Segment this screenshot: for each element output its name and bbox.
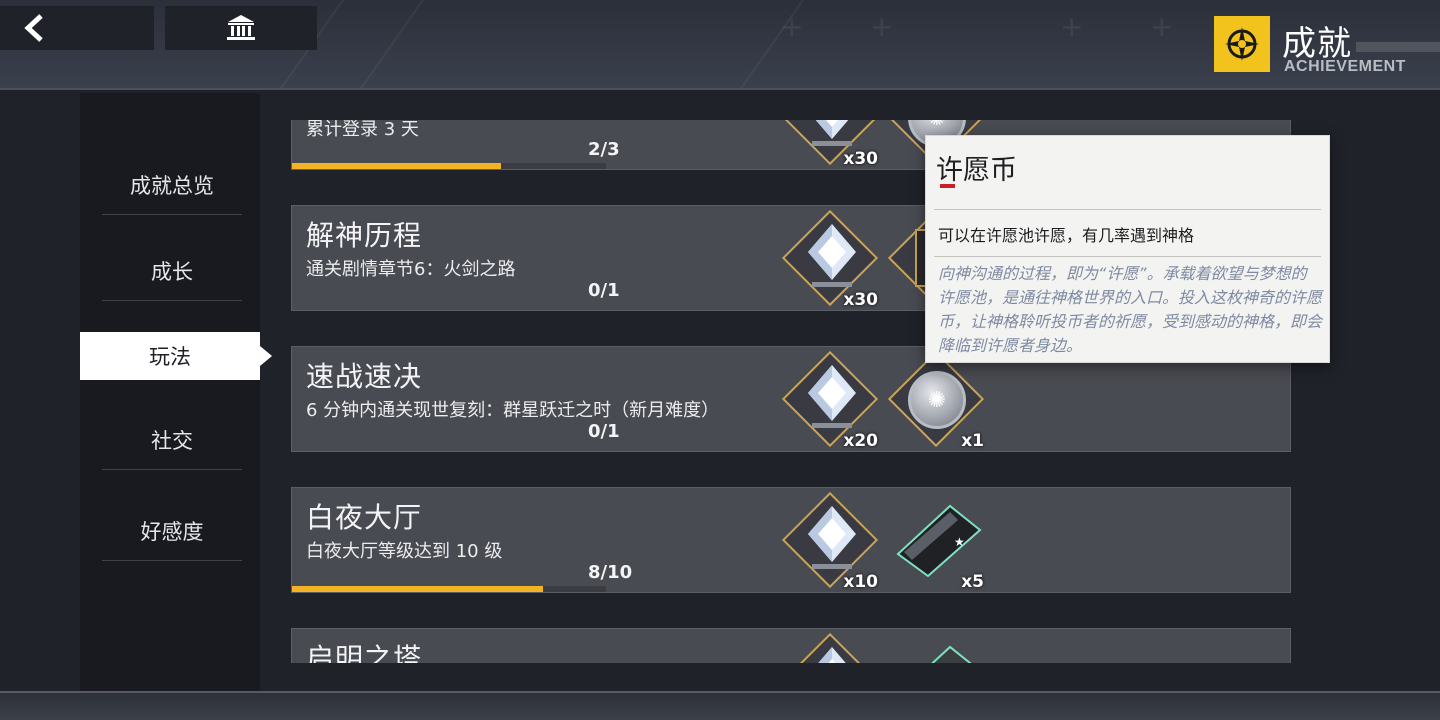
sidebar-item-label: 成长 <box>151 259 193 284</box>
achievement-description: 6 分钟内通关现世复刻：群星跃迁之时（新月难度） <box>306 400 720 421</box>
achievement-card[interactable]: 启明之塔 <box>291 628 1291 663</box>
reward-item[interactable]: x10 <box>781 491 882 592</box>
category-sidebar: 成就总览 成长 玩法 社交 好感度 <box>80 93 272 691</box>
item-tooltip: 许愿币 可以在许愿池许愿，有几率遇到神格 向神沟通的过程，即为“许愿”。承载着欲… <box>925 135 1330 363</box>
crystal-icon <box>808 506 856 569</box>
bg-stripe <box>322 0 440 88</box>
reward-item[interactable]: x20 <box>781 350 882 451</box>
reward-quantity: x20 <box>843 431 878 451</box>
progress-bar <box>292 163 606 169</box>
back-button[interactable] <box>0 6 154 50</box>
achievement-description: 累计登录 3 天 <box>306 120 419 140</box>
progress-bar <box>292 586 606 592</box>
achievement-progress: 2/3 <box>588 139 620 160</box>
progress-bar-fill <box>292 163 502 169</box>
title-decor-bar <box>1356 42 1440 52</box>
reward-quantity: x30 <box>843 149 878 169</box>
crystal-icon <box>818 647 846 663</box>
page-subtitle: ACHIEVEMENT <box>1284 58 1406 75</box>
reward-item[interactable]: x30 <box>781 120 882 169</box>
reward-item[interactable]: ★ x5 <box>888 492 988 592</box>
bg-plus: + <box>1060 10 1084 43</box>
reward-quantity: x1 <box>961 431 984 451</box>
achievement-progress: 0/1 <box>588 421 620 442</box>
tooltip-divider <box>934 256 1321 257</box>
reward-quantity: x10 <box>843 572 878 592</box>
tooltip-accent-mark <box>940 184 955 188</box>
achievement-description: 白夜大厅等级达到 10 级 <box>306 541 503 562</box>
achievement-title: 速战速决 <box>306 360 423 393</box>
top-bar: + + + + 成就 ACHIEVEMENT <box>0 0 1440 90</box>
bg-plus: + <box>870 10 894 43</box>
reward-quantity: x30 <box>843 290 878 310</box>
sidebar-item-label: 社交 <box>151 428 193 453</box>
crystal-icon <box>808 224 856 287</box>
home-button[interactable] <box>165 6 317 50</box>
progress-bar-fill <box>292 586 544 592</box>
chevron-left-icon <box>24 14 43 42</box>
ticket-icon: ★ <box>896 504 982 578</box>
sidebar-item-label: 成就总览 <box>130 173 214 198</box>
reward-item[interactable] <box>888 633 988 663</box>
bottom-bar <box>0 691 1440 720</box>
reward-item[interactable]: ✺ x1 <box>887 350 988 451</box>
svg-text:★: ★ <box>954 535 965 549</box>
wish-coin-icon: ✺ <box>908 371 966 429</box>
sidebar-item-growth[interactable]: 成长 <box>102 241 242 301</box>
sidebar-item-affection[interactable]: 好感度 <box>102 501 242 561</box>
sidebar-item-label: 好感度 <box>140 519 204 544</box>
reward-item[interactable] <box>781 632 882 663</box>
page-title-block: 成就 ACHIEVEMENT <box>1214 16 1440 75</box>
sidebar-item-social[interactable]: 社交 <box>102 410 242 470</box>
achievement-title: 解神历程 <box>306 219 423 252</box>
achievement-title: 白夜大厅 <box>306 501 423 534</box>
bg-plus: + <box>1150 10 1174 43</box>
achievement-description: 通关剧情章节6：火剑之路 <box>306 259 516 280</box>
tooltip-divider <box>934 209 1321 210</box>
tooltip-title: 许愿币 <box>936 155 1017 186</box>
compass-badge-icon <box>1214 16 1270 72</box>
sidebar-item-overview[interactable]: 成就总览 <box>102 155 242 215</box>
sidebar-item-label: 玩法 <box>149 345 191 369</box>
bg-plus: + <box>780 10 804 43</box>
achievement-progress: 0/1 <box>588 280 620 301</box>
sidebar-item-gameplay[interactable]: 玩法 <box>80 332 272 380</box>
reward-quantity: x5 <box>961 572 984 592</box>
tooltip-lore: 向神沟通的过程，即为“许愿”。承载着欲望与梦想的许愿池，是通往神格世界的入口。投… <box>938 264 1323 355</box>
tooltip-description: 可以在许愿池许愿，有几率遇到神格 <box>938 226 1195 245</box>
achievement-progress: 8/10 <box>588 562 633 583</box>
achievement-card[interactable]: 白夜大厅 白夜大厅等级达到 10 级 8/10 x10 ★ x5 <box>291 487 1291 593</box>
ticket-icon <box>931 645 972 663</box>
reward-item[interactable]: x30 <box>781 209 882 310</box>
museum-icon <box>227 15 255 40</box>
crystal-icon <box>808 365 856 428</box>
achievement-title: 启明之塔 <box>306 642 423 663</box>
